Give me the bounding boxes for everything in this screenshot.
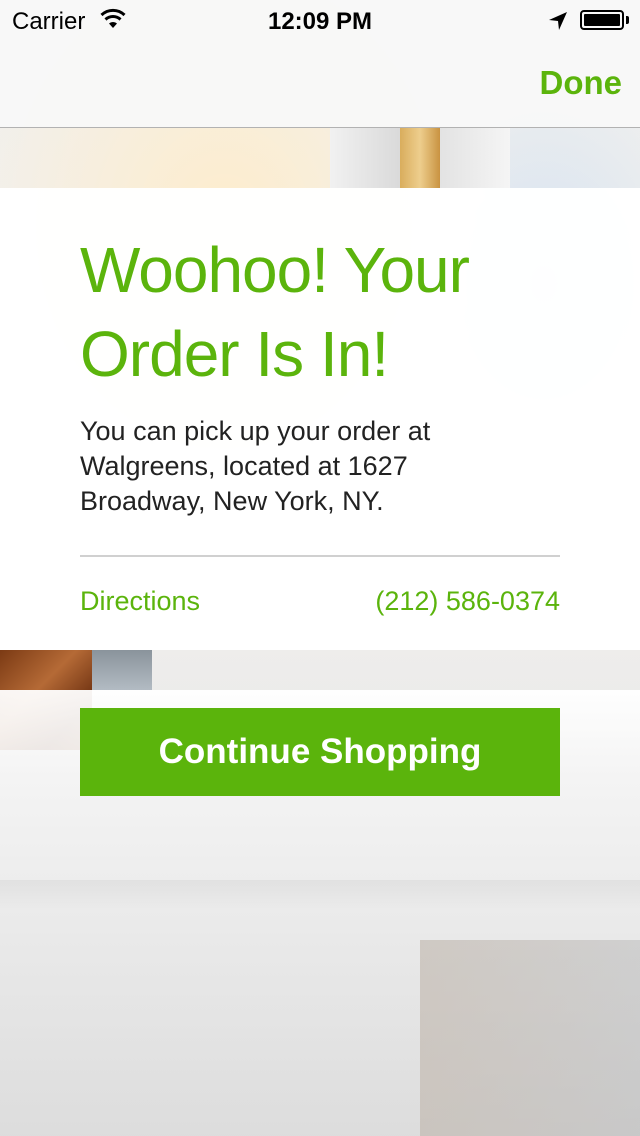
location-arrow-icon (548, 10, 568, 30)
done-button[interactable]: Done (540, 64, 623, 102)
divider (80, 555, 560, 557)
pickup-message: You can pick up your order at Walgreens,… (80, 416, 431, 516)
battery-tip (626, 16, 629, 24)
confirmation-headline: Woohoo! Your Order Is In! (80, 234, 470, 390)
background-shelf-shadow (0, 880, 640, 910)
nav-bar: Done (0, 40, 640, 128)
order-confirmation-card: Woohoo! Your Order Is In! You can pick u… (0, 188, 640, 650)
background-gold-bar (400, 128, 440, 188)
continue-shopping-button[interactable]: Continue Shopping (80, 708, 560, 796)
battery-level (584, 14, 620, 26)
status-bar: Carrier 12:09 PM (0, 0, 640, 40)
phone-link[interactable]: (212) 586-0374 (375, 586, 560, 617)
status-time: 12:09 PM (267, 8, 373, 35)
background-blue-frame (92, 650, 152, 690)
battery-icon (580, 10, 624, 30)
background-panel (420, 940, 640, 1136)
directions-link[interactable]: Directions (80, 586, 200, 617)
